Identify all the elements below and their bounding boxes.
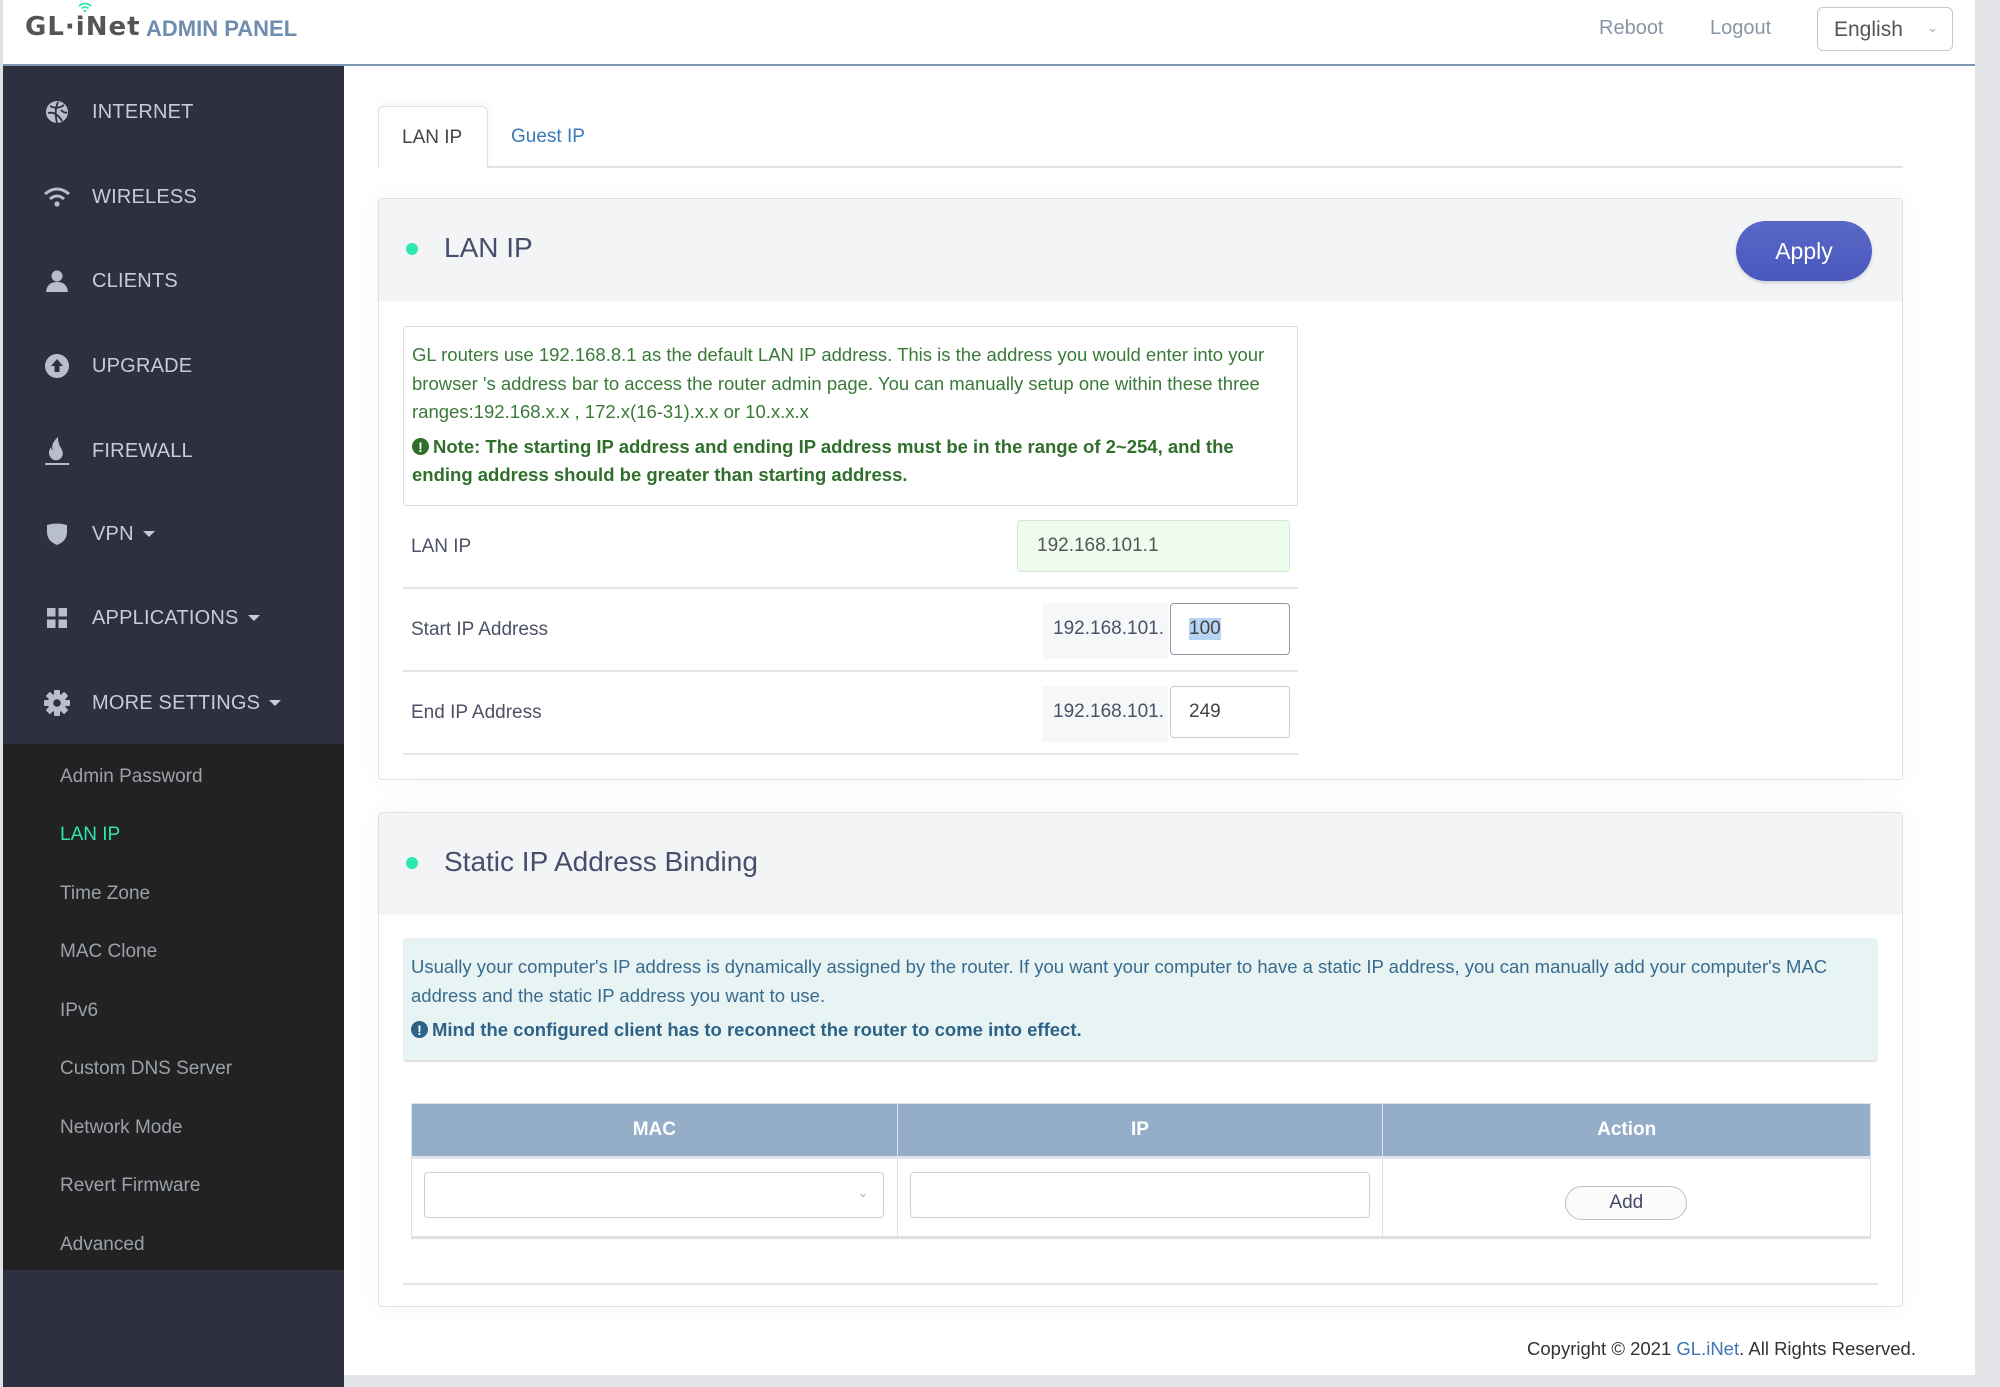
tab-lan-ip[interactable]: LAN IP — [378, 106, 488, 170]
sidebar-item-more-settings[interactable]: MORE SETTINGS — [3, 673, 344, 733]
divider — [403, 1283, 1878, 1285]
wifi-icon — [43, 183, 71, 211]
globe-icon — [43, 98, 71, 126]
sidebar-item-vpn[interactable]: VPN — [3, 504, 344, 564]
sidebar: INTERNET WIRELESS CLIENTS UPGRADE FIREWA… — [3, 66, 344, 1387]
sidebar-item-label: UPGRADE — [92, 354, 193, 377]
column-header-ip: IP — [896, 1103, 1384, 1159]
sidebar-item-label: MORE SETTINGS — [92, 692, 282, 715]
fire-icon — [43, 437, 71, 465]
logo-wifi-icon — [78, 2, 92, 12]
admin-panel-title: ADMIN PANEL — [146, 16, 298, 41]
submenu-admin-password[interactable]: Admin Password — [60, 766, 203, 788]
lan-ip-row: LAN IP — [403, 506, 1298, 589]
sidebar-item-label: FIREWALL — [92, 439, 193, 462]
start-ip-prefix: 192.168.101. — [1043, 603, 1168, 659]
shield-icon — [43, 520, 71, 548]
page-right-gutter — [1975, 0, 2000, 1387]
start-ip-value: 100 — [1189, 618, 1221, 640]
user-icon — [43, 267, 71, 295]
end-ip-input[interactable] — [1170, 686, 1290, 738]
sidebar-item-label: APPLICATIONS — [92, 607, 260, 630]
table-row: ⌄ Add — [411, 1157, 1871, 1239]
start-ip-label: Start IP Address — [411, 619, 548, 640]
column-header-mac: MAC — [411, 1103, 898, 1159]
exclamation-circle-icon — [411, 1016, 428, 1045]
caret-down-icon — [269, 700, 282, 707]
logo-text: GL·iNet — [25, 12, 141, 42]
tab-bar: LAN IP Guest IP — [378, 106, 1903, 170]
add-button[interactable]: Add — [1565, 1186, 1688, 1220]
logout-link[interactable]: Logout — [1710, 17, 1771, 40]
brand-logo: GL·iNet — [25, 2, 141, 42]
sidebar-item-clients[interactable]: CLIENTS — [3, 251, 344, 311]
static-ip-card-header: Static IP Address Binding — [379, 813, 1902, 915]
sidebar-item-upgrade[interactable]: UPGRADE — [3, 336, 344, 396]
footer-glinet-link[interactable]: GL.iNet — [1676, 1338, 1739, 1359]
submenu-ipv6[interactable]: IPv6 — [60, 1000, 98, 1022]
lan-ip-label: LAN IP — [411, 536, 472, 557]
tab-guest-ip[interactable]: Guest IP — [488, 106, 608, 168]
static-binding-table: MAC IP Action ⌄ Add — [411, 1103, 1871, 1239]
submenu-network-mode[interactable]: Network Mode — [60, 1117, 183, 1139]
sidebar-item-label: VPN — [92, 523, 155, 546]
sidebar-item-applications[interactable]: APPLICATIONS — [3, 588, 344, 648]
static-ip-note: Mind the configured client has to reconn… — [411, 1016, 1870, 1045]
lan-ip-card: LAN IP Apply GL routers use 192.168.8.1 … — [378, 198, 1903, 780]
grid-icon — [43, 604, 71, 632]
top-header: GL·iNet ADMIN PANEL Reboot Logout Englis… — [3, 0, 1975, 66]
footer-copyright: Copyright © 2021 GL.iNet. All Rights Res… — [1527, 1338, 1916, 1359]
submenu-revert-firmware[interactable]: Revert Firmware — [60, 1175, 200, 1197]
page: GL·iNet ADMIN PANEL Reboot Logout Englis… — [3, 0, 1975, 1387]
status-dot-icon — [406, 857, 418, 869]
chevron-down-icon: ⌄ — [857, 1186, 868, 1200]
upload-arrow-icon — [43, 352, 71, 380]
sidebar-item-label: INTERNET — [92, 100, 194, 123]
sidebar-item-firewall[interactable]: FIREWALL — [3, 421, 344, 481]
start-ip-input[interactable]: 100 — [1170, 603, 1290, 655]
submenu-time-zone[interactable]: Time Zone — [60, 883, 150, 905]
mac-cell: ⌄ — [411, 1157, 898, 1239]
ip-cell — [896, 1157, 1384, 1239]
column-header-action: Action — [1382, 1103, 1871, 1159]
chevron-down-icon: ⌄ — [1927, 20, 1938, 35]
lan-ip-info-text: GL routers use 192.168.8.1 as the defaul… — [412, 344, 1265, 422]
submenu-custom-dns-server[interactable]: Custom DNS Server — [60, 1058, 232, 1080]
gear-icon — [43, 689, 71, 717]
status-dot-icon — [406, 243, 418, 255]
end-ip-prefix: 192.168.101. — [1043, 686, 1168, 742]
caret-down-icon — [142, 531, 155, 538]
end-ip-row: End IP Address 192.168.101. — [403, 672, 1298, 755]
action-cell: Add — [1382, 1157, 1871, 1239]
reboot-link[interactable]: Reboot — [1599, 17, 1664, 40]
lan-ip-card-header: LAN IP Apply — [379, 199, 1902, 301]
more-settings-submenu: Admin Password LAN IP Time Zone MAC Clon… — [3, 744, 344, 1270]
sidebar-item-wireless[interactable]: WIRELESS — [3, 167, 344, 227]
lan-ip-input[interactable] — [1017, 520, 1290, 572]
lan-ip-note: Note: The starting IP address and ending… — [412, 433, 1289, 489]
static-ip-card: Static IP Address Binding Usually your c… — [378, 812, 1903, 1307]
lan-ip-info-box: GL routers use 192.168.8.1 as the defaul… — [403, 326, 1298, 506]
apply-button[interactable]: Apply — [1736, 221, 1872, 281]
static-ip-info-box: Usually your computer's IP address is dy… — [403, 938, 1878, 1062]
language-select[interactable]: English ⌄ — [1817, 7, 1953, 51]
static-ip-input[interactable] — [909, 1172, 1370, 1218]
lan-ip-card-title: LAN IP — [444, 232, 533, 263]
mac-select[interactable]: ⌄ — [424, 1172, 884, 1218]
submenu-lan-ip[interactable]: LAN IP — [60, 824, 120, 846]
table-header-row: MAC IP Action — [411, 1103, 1871, 1159]
submenu-advanced[interactable]: Advanced — [60, 1234, 145, 1256]
start-ip-row: Start IP Address 192.168.101. 100 — [403, 589, 1298, 672]
language-selected: English — [1834, 18, 1903, 41]
static-ip-info-text: Usually your computer's IP address is dy… — [411, 956, 1828, 1006]
caret-down-icon — [247, 615, 260, 622]
sidebar-item-internet[interactable]: INTERNET — [3, 82, 344, 142]
exclamation-circle-icon — [412, 433, 429, 461]
end-ip-label: End IP Address — [411, 702, 542, 723]
submenu-mac-clone[interactable]: MAC Clone — [60, 941, 157, 963]
sidebar-item-label: WIRELESS — [92, 185, 197, 208]
static-ip-card-title: Static IP Address Binding — [444, 846, 758, 877]
sidebar-item-label: CLIENTS — [92, 269, 178, 292]
